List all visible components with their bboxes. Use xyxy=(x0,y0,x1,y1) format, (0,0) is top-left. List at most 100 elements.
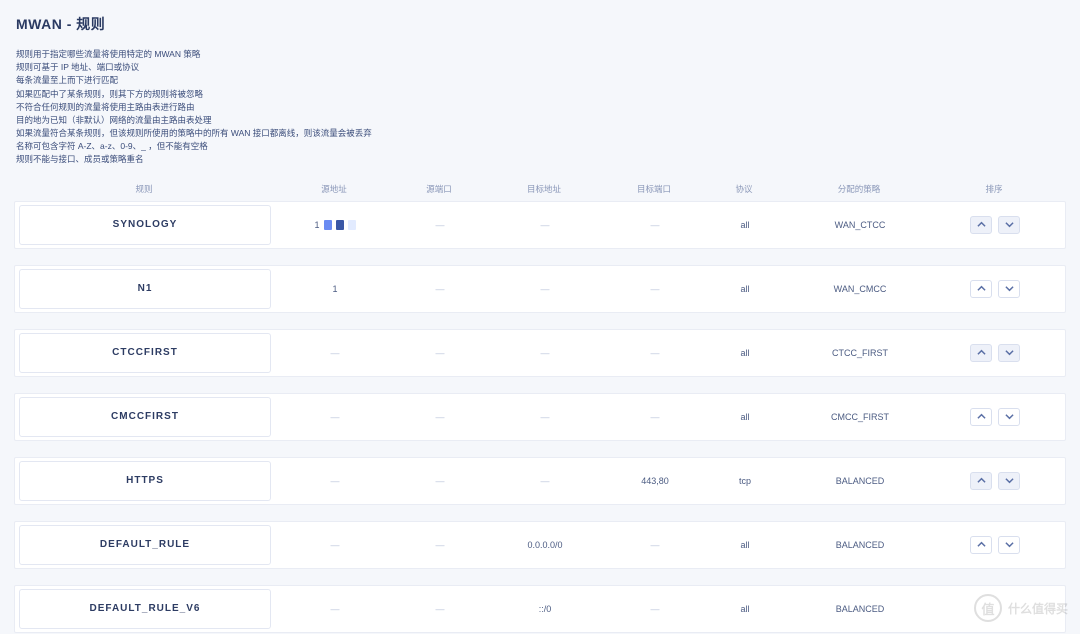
cell-rule: CTCCFIRST xyxy=(15,330,275,376)
cell-src-port: — xyxy=(395,412,485,422)
cell-src-addr: — xyxy=(275,348,395,358)
move-up-button[interactable] xyxy=(970,280,992,298)
cell-rule: DEFAULT_RULE xyxy=(15,522,275,568)
col-policy: 分配的策略 xyxy=(784,183,934,195)
cell-rule: SYNOLOGY xyxy=(15,202,275,248)
table-row: CTCCFIRST ————allCTCC_FIRST xyxy=(14,329,1066,377)
cell-src-port: — xyxy=(395,348,485,358)
cell-sort xyxy=(935,536,1055,554)
table-row: N1 1———allWAN_CMCC xyxy=(14,265,1066,313)
page-title: MWAN - 规则 xyxy=(16,14,1064,34)
cell-dest-addr: — xyxy=(485,412,605,422)
cell-dest-addr: — xyxy=(485,220,605,230)
cell-sort xyxy=(935,216,1055,234)
cell-policy: BALANCED xyxy=(785,540,935,550)
col-dest-addr: 目标地址 xyxy=(484,183,604,195)
table-row: SYNOLOGY 1 ———allWAN_CTCC xyxy=(14,201,1066,249)
cell-src-addr: — xyxy=(275,540,395,550)
description-line: 如果流量符合某条规则，但该规则所使用的策略中的所有 WAN 接口都离线，则该流量… xyxy=(16,127,1064,140)
bar-icon xyxy=(336,220,344,230)
table-row: CMCCFIRST ————allCMCC_FIRST xyxy=(14,393,1066,441)
cell-dest-addr: — xyxy=(485,348,605,358)
cell-policy: CMCC_FIRST xyxy=(785,412,935,422)
cell-policy: CTCC_FIRST xyxy=(785,348,935,358)
description-line: 规则可基于 IP 地址、端口或协议 xyxy=(16,61,1064,74)
cell-src-port: — xyxy=(395,476,485,486)
description-line: 规则不能与接口、成员或策略重名 xyxy=(16,153,1064,166)
cell-sort xyxy=(935,472,1055,490)
description-line: 名称可包含字符 A-Z、a-z、0-9、_ ，但不能有空格 xyxy=(16,140,1064,153)
description-line: 规则用于指定哪些流量将使用特定的 MWAN 策略 xyxy=(16,48,1064,61)
bar-icon xyxy=(348,220,356,230)
rule-name-button[interactable]: DEFAULT_RULE_V6 xyxy=(19,589,271,629)
cell-src-addr: — xyxy=(275,476,395,486)
cell-dest-addr: 0.0.0.0/0 xyxy=(485,540,605,550)
move-up-button[interactable] xyxy=(970,472,992,490)
cell-protocol: all xyxy=(705,284,785,294)
description-line: 每条流量至上而下进行匹配 xyxy=(16,74,1064,87)
table-row: HTTPS ———443,80tcpBALANCED xyxy=(14,457,1066,505)
description-line: 如果匹配中了某条规则，则其下方的规则将被忽略 xyxy=(16,88,1064,101)
move-down-button[interactable] xyxy=(998,344,1020,362)
move-up-button[interactable] xyxy=(970,408,992,426)
table-header: 规则 源地址 源端口 目标地址 目标端口 协议 分配的策略 排序 xyxy=(14,177,1066,201)
table-row: DEFAULT_RULE ——0.0.0.0/0—allBALANCED xyxy=(14,521,1066,569)
rule-name-button[interactable]: CTCCFIRST xyxy=(19,333,271,373)
cell-policy: WAN_CMCC xyxy=(785,284,935,294)
move-down-button[interactable] xyxy=(998,472,1020,490)
cell-dest-addr: — xyxy=(485,476,605,486)
col-rule: 规则 xyxy=(14,183,274,195)
col-src-port: 源端口 xyxy=(394,183,484,195)
cell-protocol: all xyxy=(705,604,785,614)
cell-protocol: all xyxy=(705,348,785,358)
cell-dest-port: — xyxy=(605,284,705,294)
cell-dest-addr: — xyxy=(485,284,605,294)
cell-rule: N1 xyxy=(15,266,275,312)
rule-name-button[interactable]: CMCCFIRST xyxy=(19,397,271,437)
move-down-button[interactable] xyxy=(998,280,1020,298)
cell-protocol: all xyxy=(705,220,785,230)
bar-icon xyxy=(324,220,332,230)
rule-name-button[interactable]: DEFAULT_RULE xyxy=(19,525,271,565)
cell-src-port: — xyxy=(395,284,485,294)
rule-name-button[interactable]: SYNOLOGY xyxy=(19,205,271,245)
cell-dest-port: — xyxy=(605,540,705,550)
col-sort: 排序 xyxy=(934,183,1054,195)
cell-rule: DEFAULT_RULE_V6 xyxy=(15,586,275,632)
cell-sort xyxy=(935,280,1055,298)
cell-src-addr: — xyxy=(275,412,395,422)
cell-protocol: all xyxy=(705,540,785,550)
description-block: 规则用于指定哪些流量将使用特定的 MWAN 策略规则可基于 IP 地址、端口或协… xyxy=(16,48,1064,167)
move-down-button[interactable] xyxy=(998,408,1020,426)
cell-policy: BALANCED xyxy=(785,604,935,614)
cell-dest-port: 443,80 xyxy=(605,476,705,486)
move-up-button[interactable] xyxy=(970,536,992,554)
cell-src-addr: 1 xyxy=(275,284,395,294)
cell-src-addr: 1 xyxy=(275,220,395,230)
cell-sort xyxy=(935,344,1055,362)
col-src-addr: 源地址 xyxy=(274,183,394,195)
rule-name-button[interactable]: HTTPS xyxy=(19,461,271,501)
col-dest-port: 目标端口 xyxy=(604,183,704,195)
cell-sort xyxy=(935,408,1055,426)
move-down-button[interactable] xyxy=(998,216,1020,234)
cell-src-addr: — xyxy=(275,604,395,614)
move-up-button[interactable] xyxy=(970,344,992,362)
cell-policy: BALANCED xyxy=(785,476,935,486)
rule-name-button[interactable]: N1 xyxy=(19,269,271,309)
table-row: DEFAULT_RULE_V6 ——::/0—allBALANCED xyxy=(14,585,1066,633)
cell-protocol: all xyxy=(705,412,785,422)
description-line: 不符合任何规则的流量将使用主路由表进行路由 xyxy=(16,101,1064,114)
cell-src-port: — xyxy=(395,220,485,230)
move-down-button[interactable] xyxy=(998,536,1020,554)
cell-dest-port: — xyxy=(605,348,705,358)
cell-rule: CMCCFIRST xyxy=(15,394,275,440)
cell-rule: HTTPS xyxy=(15,458,275,504)
move-up-button[interactable] xyxy=(970,216,992,234)
cell-dest-port: — xyxy=(605,220,705,230)
col-protocol: 协议 xyxy=(704,183,784,195)
cell-policy: WAN_CTCC xyxy=(785,220,935,230)
cell-dest-port: — xyxy=(605,412,705,422)
description-line: 目的地为已知（非默认）网络的流量由主路由表处理 xyxy=(16,114,1064,127)
rules-table: 规则 源地址 源端口 目标地址 目标端口 协议 分配的策略 排序 SYNOLOG… xyxy=(14,177,1066,633)
